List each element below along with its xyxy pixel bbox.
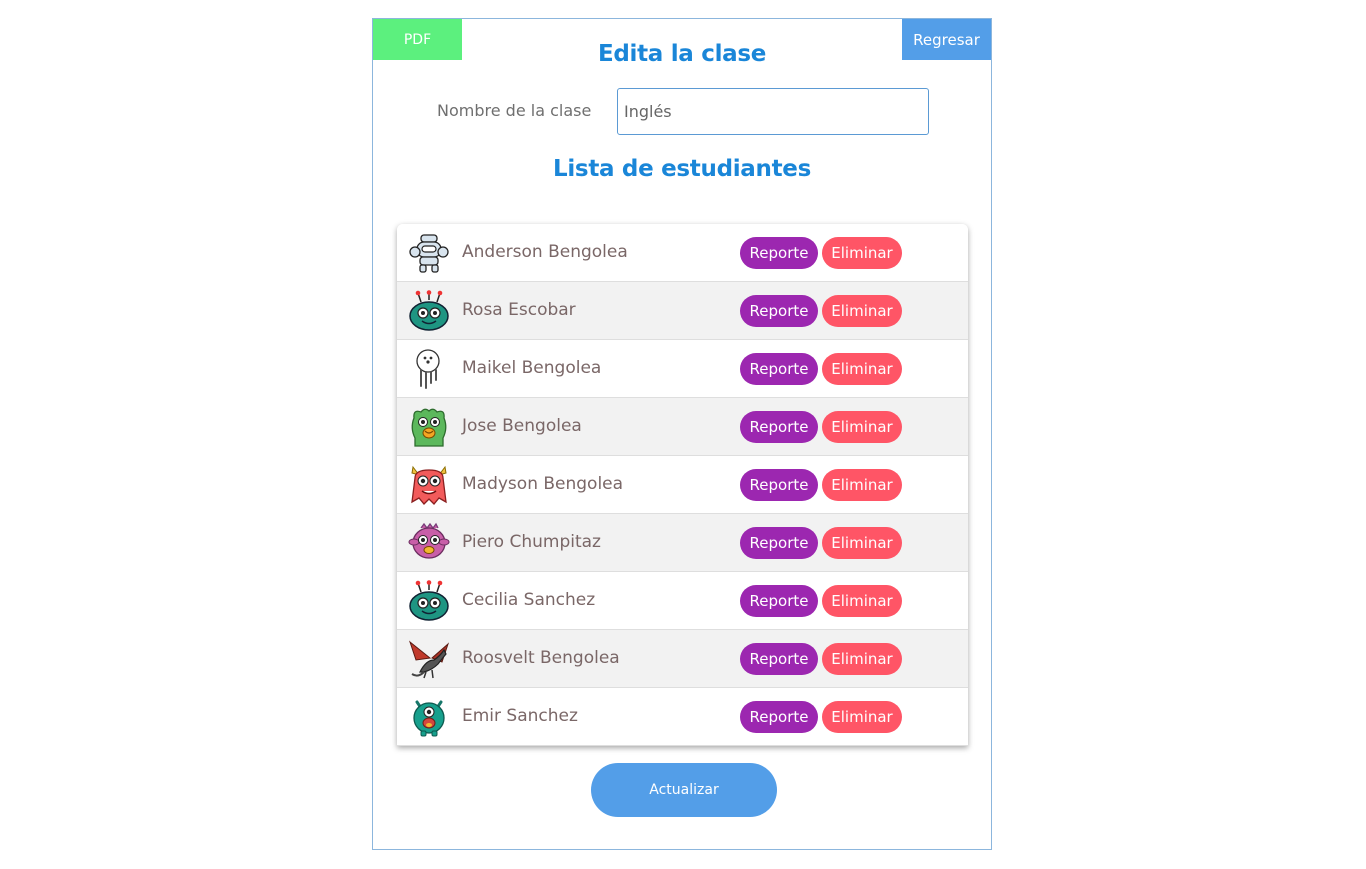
pink-monster-icon bbox=[408, 522, 450, 564]
class-name-field: Nombre de la clase bbox=[437, 88, 937, 135]
robot-icon bbox=[408, 232, 450, 274]
student-row: Piero Chumpitaz Reporte Eliminar bbox=[397, 514, 968, 572]
ghost-icon bbox=[408, 348, 450, 390]
student-row: Cecilia Sanchez Reporte Eliminar bbox=[397, 572, 968, 630]
student-list[interactable]: Anderson Bengolea Reporte Eliminar Rosa … bbox=[397, 224, 968, 746]
delete-button[interactable]: Eliminar bbox=[822, 353, 902, 385]
student-row: Jose Bengolea Reporte Eliminar bbox=[397, 398, 968, 456]
report-button[interactable]: Reporte bbox=[740, 527, 818, 559]
student-row: Anderson Bengolea Reporte Eliminar bbox=[397, 224, 968, 282]
delete-button[interactable]: Eliminar bbox=[822, 237, 902, 269]
report-button[interactable]: Reporte bbox=[740, 585, 818, 617]
report-button[interactable]: Reporte bbox=[740, 411, 818, 443]
class-name-label: Nombre de la clase bbox=[437, 101, 592, 120]
dragon-icon bbox=[408, 638, 450, 680]
student-name: Anderson Bengolea bbox=[462, 242, 628, 262]
report-button[interactable]: Reporte bbox=[740, 295, 818, 327]
green-monster-icon bbox=[408, 406, 450, 448]
report-button[interactable]: Reporte bbox=[740, 353, 818, 385]
report-button[interactable]: Reporte bbox=[740, 469, 818, 501]
delete-button[interactable]: Eliminar bbox=[822, 585, 902, 617]
student-row: Madyson Bengolea Reporte Eliminar bbox=[397, 456, 968, 514]
student-name: Rosa Escobar bbox=[462, 300, 576, 320]
student-name: Cecilia Sanchez bbox=[462, 590, 596, 610]
student-name: Madyson Bengolea bbox=[462, 474, 624, 494]
red-monster-icon bbox=[408, 464, 450, 506]
report-button[interactable]: Reporte bbox=[740, 237, 818, 269]
student-name: Roosvelt Bengolea bbox=[462, 648, 620, 668]
class-name-input[interactable] bbox=[617, 88, 929, 135]
teal-monster-icon bbox=[408, 696, 450, 738]
delete-button[interactable]: Eliminar bbox=[822, 643, 902, 675]
student-name: Maikel Bengolea bbox=[462, 358, 602, 378]
report-button[interactable]: Reporte bbox=[740, 643, 818, 675]
delete-button[interactable]: Eliminar bbox=[822, 469, 902, 501]
delete-button[interactable]: Eliminar bbox=[822, 701, 902, 733]
student-row: Roosvelt Bengolea Reporte Eliminar bbox=[397, 630, 968, 688]
student-name: Piero Chumpitaz bbox=[462, 532, 601, 552]
student-name: Emir Sanchez bbox=[462, 706, 578, 726]
update-button[interactable]: Actualizar bbox=[591, 763, 777, 817]
delete-button[interactable]: Eliminar bbox=[822, 527, 902, 559]
student-row: Maikel Bengolea Reporte Eliminar bbox=[397, 340, 968, 398]
student-name: Jose Bengolea bbox=[462, 416, 582, 436]
page-title: Edita la clase bbox=[597, 41, 767, 67]
green-alien-icon bbox=[408, 580, 450, 622]
report-button[interactable]: Reporte bbox=[740, 701, 818, 733]
student-row: Rosa Escobar Reporte Eliminar bbox=[397, 282, 968, 340]
delete-button[interactable]: Eliminar bbox=[822, 295, 902, 327]
student-list-title: Lista de estudiantes bbox=[552, 156, 811, 182]
student-row: Emir Sanchez Reporte Eliminar bbox=[397, 688, 968, 746]
delete-button[interactable]: Eliminar bbox=[822, 411, 902, 443]
green-alien-icon bbox=[408, 290, 450, 332]
